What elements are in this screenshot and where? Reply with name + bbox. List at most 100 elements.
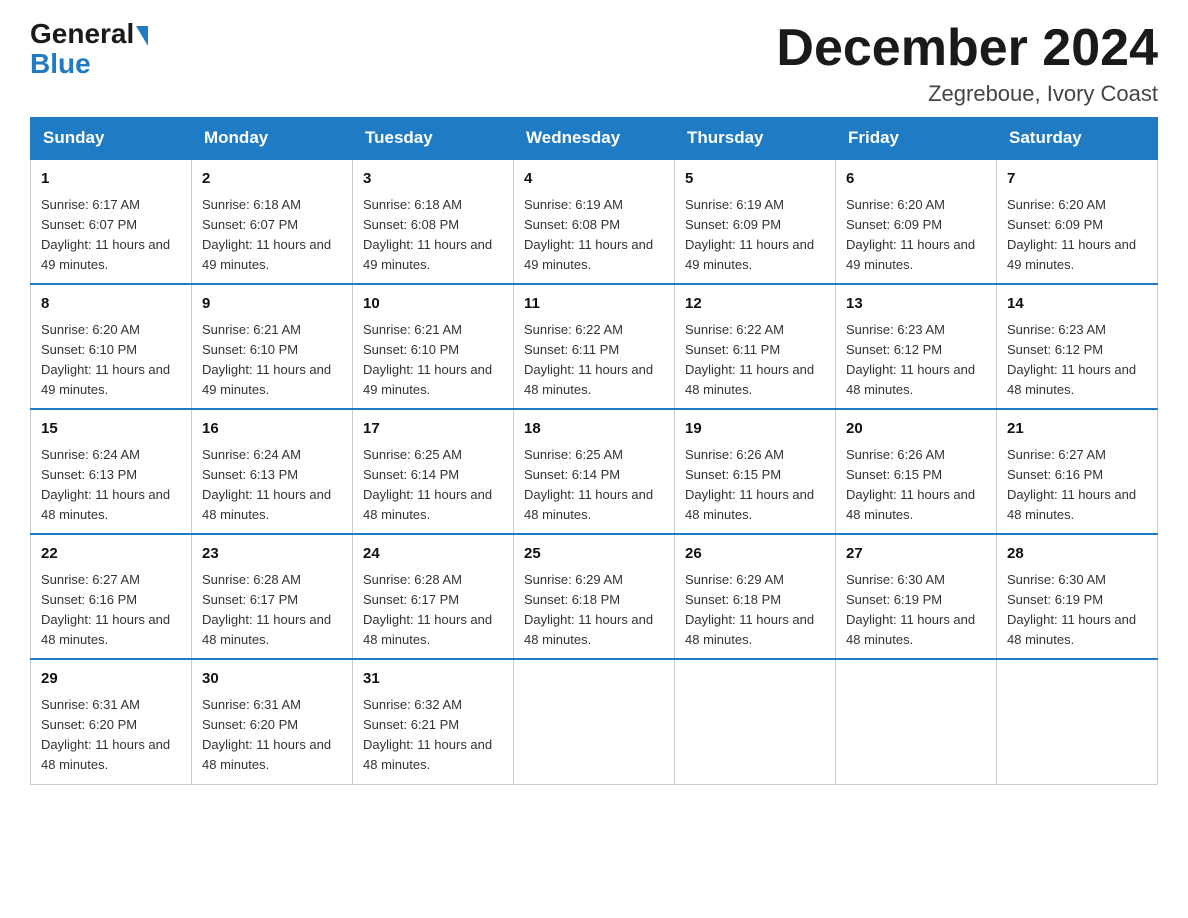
day-number: 20 <box>846 418 986 441</box>
table-row <box>514 659 675 784</box>
page-header: General Blue December 2024 Zegreboue, Iv… <box>30 20 1158 107</box>
day-number: 7 <box>1007 168 1147 191</box>
calendar-week-4: 22 Sunrise: 6:27 AMSunset: 6:16 PMDaylig… <box>31 534 1158 659</box>
day-info: Sunrise: 6:19 AMSunset: 6:09 PMDaylight:… <box>685 195 825 276</box>
day-number: 10 <box>363 293 503 316</box>
day-info: Sunrise: 6:21 AMSunset: 6:10 PMDaylight:… <box>363 320 503 401</box>
day-info: Sunrise: 6:27 AMSunset: 6:16 PMDaylight:… <box>1007 445 1147 526</box>
day-number: 6 <box>846 168 986 191</box>
day-info: Sunrise: 6:20 AMSunset: 6:09 PMDaylight:… <box>846 195 986 276</box>
day-number: 4 <box>524 168 664 191</box>
day-number: 1 <box>41 168 181 191</box>
col-saturday: Saturday <box>997 118 1158 160</box>
table-row: 10 Sunrise: 6:21 AMSunset: 6:10 PMDaylig… <box>353 284 514 409</box>
day-info: Sunrise: 6:25 AMSunset: 6:14 PMDaylight:… <box>363 445 503 526</box>
day-number: 15 <box>41 418 181 441</box>
table-row: 6 Sunrise: 6:20 AMSunset: 6:09 PMDayligh… <box>836 159 997 284</box>
calendar-week-1: 1 Sunrise: 6:17 AMSunset: 6:07 PMDayligh… <box>31 159 1158 284</box>
day-number: 5 <box>685 168 825 191</box>
table-row: 13 Sunrise: 6:23 AMSunset: 6:12 PMDaylig… <box>836 284 997 409</box>
day-info: Sunrise: 6:23 AMSunset: 6:12 PMDaylight:… <box>846 320 986 401</box>
day-info: Sunrise: 6:31 AMSunset: 6:20 PMDaylight:… <box>202 695 342 776</box>
day-info: Sunrise: 6:32 AMSunset: 6:21 PMDaylight:… <box>363 695 503 776</box>
month-title: December 2024 <box>776 20 1158 77</box>
logo-triangle-icon <box>136 26 148 46</box>
location-subtitle: Zegreboue, Ivory Coast <box>776 81 1158 107</box>
calendar-table: Sunday Monday Tuesday Wednesday Thursday… <box>30 117 1158 784</box>
day-number: 13 <box>846 293 986 316</box>
col-friday: Friday <box>836 118 997 160</box>
table-row: 17 Sunrise: 6:25 AMSunset: 6:14 PMDaylig… <box>353 409 514 534</box>
day-number: 22 <box>41 543 181 566</box>
col-tuesday: Tuesday <box>353 118 514 160</box>
day-number: 8 <box>41 293 181 316</box>
day-number: 30 <box>202 668 342 691</box>
day-info: Sunrise: 6:30 AMSunset: 6:19 PMDaylight:… <box>846 570 986 651</box>
day-info: Sunrise: 6:20 AMSunset: 6:10 PMDaylight:… <box>41 320 181 401</box>
table-row: 9 Sunrise: 6:21 AMSunset: 6:10 PMDayligh… <box>192 284 353 409</box>
day-info: Sunrise: 6:18 AMSunset: 6:08 PMDaylight:… <box>363 195 503 276</box>
day-info: Sunrise: 6:22 AMSunset: 6:11 PMDaylight:… <box>685 320 825 401</box>
day-number: 26 <box>685 543 825 566</box>
day-info: Sunrise: 6:31 AMSunset: 6:20 PMDaylight:… <box>41 695 181 776</box>
table-row: 12 Sunrise: 6:22 AMSunset: 6:11 PMDaylig… <box>675 284 836 409</box>
table-row: 31 Sunrise: 6:32 AMSunset: 6:21 PMDaylig… <box>353 659 514 784</box>
col-sunday: Sunday <box>31 118 192 160</box>
day-number: 14 <box>1007 293 1147 316</box>
day-info: Sunrise: 6:29 AMSunset: 6:18 PMDaylight:… <box>685 570 825 651</box>
day-number: 19 <box>685 418 825 441</box>
day-number: 21 <box>1007 418 1147 441</box>
day-number: 18 <box>524 418 664 441</box>
table-row <box>836 659 997 784</box>
day-number: 27 <box>846 543 986 566</box>
day-info: Sunrise: 6:24 AMSunset: 6:13 PMDaylight:… <box>202 445 342 526</box>
calendar-week-3: 15 Sunrise: 6:24 AMSunset: 6:13 PMDaylig… <box>31 409 1158 534</box>
day-number: 25 <box>524 543 664 566</box>
logo-blue-text: Blue <box>30 48 91 80</box>
calendar-week-2: 8 Sunrise: 6:20 AMSunset: 6:10 PMDayligh… <box>31 284 1158 409</box>
table-row: 29 Sunrise: 6:31 AMSunset: 6:20 PMDaylig… <box>31 659 192 784</box>
table-row: 2 Sunrise: 6:18 AMSunset: 6:07 PMDayligh… <box>192 159 353 284</box>
day-number: 24 <box>363 543 503 566</box>
day-info: Sunrise: 6:22 AMSunset: 6:11 PMDaylight:… <box>524 320 664 401</box>
day-info: Sunrise: 6:28 AMSunset: 6:17 PMDaylight:… <box>363 570 503 651</box>
table-row: 15 Sunrise: 6:24 AMSunset: 6:13 PMDaylig… <box>31 409 192 534</box>
day-number: 17 <box>363 418 503 441</box>
table-row: 16 Sunrise: 6:24 AMSunset: 6:13 PMDaylig… <box>192 409 353 534</box>
day-number: 16 <box>202 418 342 441</box>
day-info: Sunrise: 6:17 AMSunset: 6:07 PMDaylight:… <box>41 195 181 276</box>
day-info: Sunrise: 6:29 AMSunset: 6:18 PMDaylight:… <box>524 570 664 651</box>
day-info: Sunrise: 6:26 AMSunset: 6:15 PMDaylight:… <box>846 445 986 526</box>
table-row: 11 Sunrise: 6:22 AMSunset: 6:11 PMDaylig… <box>514 284 675 409</box>
day-info: Sunrise: 6:30 AMSunset: 6:19 PMDaylight:… <box>1007 570 1147 651</box>
table-row: 7 Sunrise: 6:20 AMSunset: 6:09 PMDayligh… <box>997 159 1158 284</box>
table-row: 27 Sunrise: 6:30 AMSunset: 6:19 PMDaylig… <box>836 534 997 659</box>
table-row: 28 Sunrise: 6:30 AMSunset: 6:19 PMDaylig… <box>997 534 1158 659</box>
table-row <box>675 659 836 784</box>
col-monday: Monday <box>192 118 353 160</box>
table-row: 23 Sunrise: 6:28 AMSunset: 6:17 PMDaylig… <box>192 534 353 659</box>
table-row: 1 Sunrise: 6:17 AMSunset: 6:07 PMDayligh… <box>31 159 192 284</box>
table-row: 22 Sunrise: 6:27 AMSunset: 6:16 PMDaylig… <box>31 534 192 659</box>
table-row: 8 Sunrise: 6:20 AMSunset: 6:10 PMDayligh… <box>31 284 192 409</box>
day-number: 3 <box>363 168 503 191</box>
day-info: Sunrise: 6:23 AMSunset: 6:12 PMDaylight:… <box>1007 320 1147 401</box>
col-thursday: Thursday <box>675 118 836 160</box>
day-info: Sunrise: 6:27 AMSunset: 6:16 PMDaylight:… <box>41 570 181 651</box>
table-row: 26 Sunrise: 6:29 AMSunset: 6:18 PMDaylig… <box>675 534 836 659</box>
table-row: 24 Sunrise: 6:28 AMSunset: 6:17 PMDaylig… <box>353 534 514 659</box>
day-info: Sunrise: 6:28 AMSunset: 6:17 PMDaylight:… <box>202 570 342 651</box>
table-row: 5 Sunrise: 6:19 AMSunset: 6:09 PMDayligh… <box>675 159 836 284</box>
table-row: 18 Sunrise: 6:25 AMSunset: 6:14 PMDaylig… <box>514 409 675 534</box>
table-row <box>997 659 1158 784</box>
day-number: 31 <box>363 668 503 691</box>
day-number: 9 <box>202 293 342 316</box>
day-number: 2 <box>202 168 342 191</box>
day-info: Sunrise: 6:18 AMSunset: 6:07 PMDaylight:… <box>202 195 342 276</box>
day-info: Sunrise: 6:24 AMSunset: 6:13 PMDaylight:… <box>41 445 181 526</box>
table-row: 25 Sunrise: 6:29 AMSunset: 6:18 PMDaylig… <box>514 534 675 659</box>
day-info: Sunrise: 6:26 AMSunset: 6:15 PMDaylight:… <box>685 445 825 526</box>
table-row: 19 Sunrise: 6:26 AMSunset: 6:15 PMDaylig… <box>675 409 836 534</box>
day-number: 12 <box>685 293 825 316</box>
day-info: Sunrise: 6:21 AMSunset: 6:10 PMDaylight:… <box>202 320 342 401</box>
